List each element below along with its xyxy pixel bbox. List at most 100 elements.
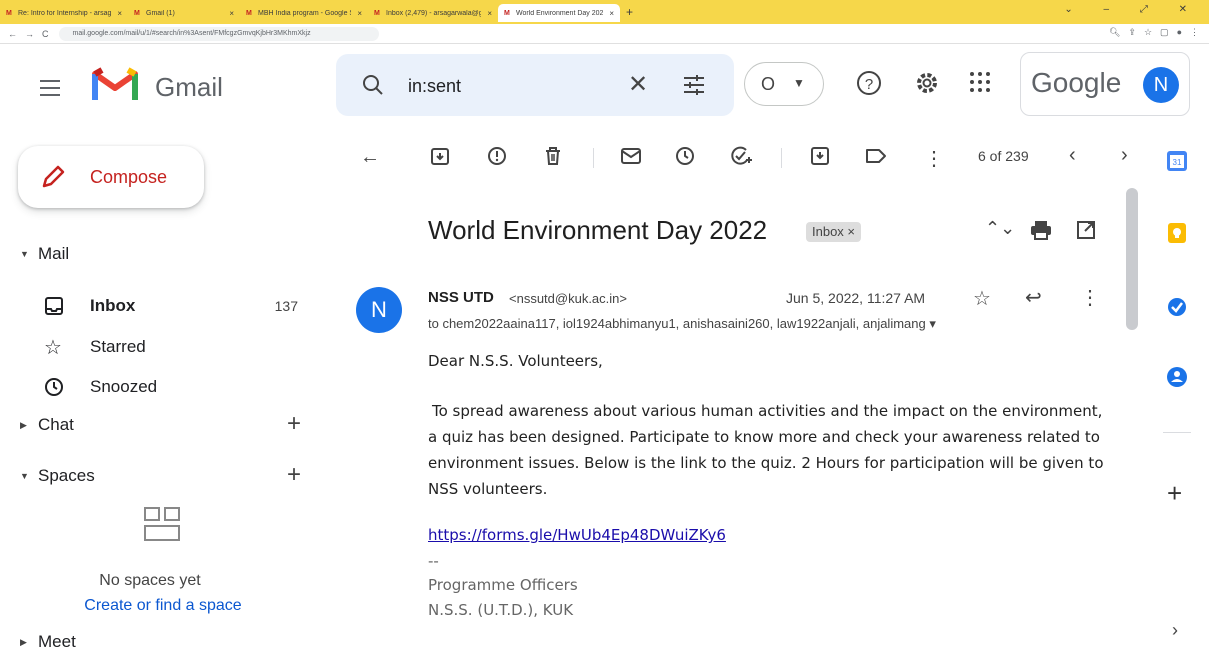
app-name: Gmail [155, 72, 223, 102]
help-icon[interactable]: ? [856, 70, 882, 96]
search-options-icon[interactable] [682, 74, 706, 96]
sender-name[interactable]: NSS UTD [428, 289, 494, 306]
spaces-empty-icon [144, 507, 180, 541]
new-chat-plus-icon[interactable]: + [287, 410, 301, 438]
mark-unread-mail-icon[interactable] [620, 146, 642, 166]
show-side-panel-chevron-icon[interactable]: › [1172, 620, 1178, 641]
search-bar[interactable]: in:sent ✕ [336, 54, 734, 116]
delete-trash-icon[interactable] [543, 146, 563, 166]
main-menu-icon[interactable] [40, 80, 60, 101]
back-arrow-icon[interactable]: ← [360, 146, 380, 169]
extension-icon[interactable]: ● [1177, 27, 1182, 38]
get-addons-plus-icon[interactable]: + [1167, 478, 1182, 509]
back-nav-icon[interactable]: ← [8, 29, 17, 39]
expand-triangle-icon: ▶ [20, 419, 27, 430]
sidebar-item-starred[interactable]: ☆ Starred [44, 331, 306, 363]
apps-grid-icon[interactable] [968, 70, 992, 94]
report-spam-icon[interactable] [487, 146, 507, 166]
url-field[interactable]: mail.google.com/mail/u/1/#search/in%3Ase… [58, 26, 379, 41]
reply-arrow-icon[interactable]: ↩ [1025, 285, 1042, 310]
message-subject: World Environment Day 2022 [428, 215, 768, 245]
search-icon[interactable] [362, 74, 384, 96]
window-controls[interactable]: ⌄ – ⤢ ✕ [1064, 4, 1201, 15]
newer-chevron-icon[interactable]: ‹ [1069, 144, 1076, 167]
reload-icon[interactable]: C [42, 29, 49, 39]
sidebar-item-inbox[interactable]: Inbox 137 [44, 290, 306, 322]
expand-collapse-icon[interactable]: ⌃⌄ [985, 218, 1015, 239]
no-spaces-text: No spaces yet [99, 572, 201, 589]
status-label: O [761, 74, 776, 94]
calendar-icon[interactable]: 31 [1166, 150, 1188, 172]
sender-avatar[interactable]: N [356, 287, 402, 333]
menu-dots-icon[interactable]: ⋮ [1190, 27, 1199, 38]
close-tab-icon[interactable]: × [117, 9, 122, 18]
tab-title: MBH India program - Google Search [258, 9, 351, 17]
recipients-line[interactable]: to chem2022aaina117, iol1924abhimanyu1, … [428, 316, 1068, 332]
browser-tab[interactable]: M World Environment Day 2022 - nss × [498, 4, 620, 22]
message-date: Jun 5, 2022, 11:27 AM [786, 290, 926, 306]
close-tab-icon[interactable]: × [229, 9, 234, 18]
label-tag-icon[interactable] [865, 146, 887, 166]
mail-section-toggle[interactable]: ▼ Mail [20, 244, 69, 264]
create-space-link[interactable]: Create or find a space [60, 597, 266, 615]
message-greeting: Dear N.S.S. Volunteers, [428, 352, 603, 370]
keep-notes-icon[interactable] [1166, 222, 1188, 244]
status-selector[interactable]: O ▼ [744, 62, 824, 106]
tab-title: Gmail (1) [146, 9, 175, 17]
browser-address-bar: ← → C mail.google.com/mail/u/1/#search/i… [0, 24, 1209, 44]
chat-section-toggle[interactable]: ▶ Chat [20, 415, 74, 435]
zoom-icon[interactable]: 🔍︎ [1109, 27, 1120, 38]
more-options-icon[interactable]: ⋮ [924, 146, 944, 171]
inbox-icon [45, 297, 63, 315]
clear-search-icon[interactable]: ✕ [628, 70, 648, 99]
signature-dash: -- [428, 552, 439, 570]
bookmark-star-icon[interactable]: ☆ [1144, 27, 1152, 38]
recipients-text: to chem2022aaina117, iol1924abhimanyu1, … [428, 316, 926, 331]
sidebar-item-snoozed[interactable]: Snoozed [44, 371, 306, 403]
add-to-tasks-icon[interactable] [730, 146, 754, 166]
message-more-icon[interactable]: ⋮ [1080, 285, 1100, 310]
message-scrollbar[interactable] [1126, 188, 1138, 330]
tab-title: Inbox (2,479) - arsagarwala@gmail [386, 9, 482, 17]
chat-section-label: Chat [38, 415, 74, 434]
open-new-window-icon[interactable] [1076, 220, 1096, 240]
window-icon[interactable]: ▢ [1160, 27, 1169, 38]
tasks-icon[interactable] [1166, 296, 1188, 318]
snooze-clock-icon[interactable] [675, 146, 695, 166]
new-tab-plus-icon[interactable]: + [620, 5, 639, 19]
contacts-icon[interactable] [1166, 366, 1188, 388]
sidebar-item-label: Snoozed [90, 377, 158, 396]
move-to-icon[interactable] [810, 146, 830, 166]
new-space-plus-icon[interactable]: + [287, 461, 301, 489]
older-chevron-icon[interactable]: › [1121, 144, 1128, 167]
archive-icon[interactable] [430, 146, 450, 166]
gmail-logo-icon [92, 67, 138, 100]
share-icon[interactable]: ⇪ [1128, 27, 1136, 38]
star-icon: ☆ [44, 336, 62, 359]
message-body: To spread awareness about various human … [428, 402, 1104, 498]
recipients-dropdown-icon[interactable]: ▾ [929, 316, 936, 331]
browser-tab[interactable]: M MBH India program - Google Search × [240, 4, 368, 22]
tab-title: Re: Intro for Internship - arsagarwala@ [18, 9, 112, 17]
account-avatar[interactable]: N [1143, 67, 1179, 103]
toolbar-divider [593, 148, 594, 168]
browser-tab[interactable]: M Inbox (2,479) - arsagarwala@gmail × [368, 4, 498, 22]
close-tab-icon[interactable]: × [357, 9, 362, 18]
forward-nav-icon[interactable]: → [25, 29, 34, 39]
print-icon[interactable] [1030, 220, 1052, 240]
browser-tab[interactable]: M Gmail (1) × [128, 4, 240, 22]
star-message-icon[interactable]: ☆ [973, 286, 991, 311]
spaces-section-toggle[interactable]: ▼ Spaces [20, 466, 95, 486]
settings-gear-icon[interactable] [914, 70, 940, 96]
browser-tab[interactable]: M Re: Intro for Internship - arsagarwala@… [0, 4, 128, 22]
compose-button[interactable]: Compose [18, 146, 204, 208]
google-account-box[interactable]: Google N [1020, 52, 1190, 116]
svg-text:?: ? [865, 76, 873, 93]
quiz-link[interactable]: https://forms.gle/HwUb4Ep48DWuiZKy6 [428, 526, 726, 544]
chevron-down-icon: ▼ [793, 76, 805, 90]
meet-section-toggle[interactable]: ▶ Meet [20, 632, 76, 652]
close-tab-icon[interactable]: × [609, 9, 614, 18]
search-input[interactable]: in:sent [408, 76, 461, 97]
close-tab-icon[interactable]: × [487, 9, 492, 18]
inbox-label-chip[interactable]: Inbox × [806, 222, 862, 242]
